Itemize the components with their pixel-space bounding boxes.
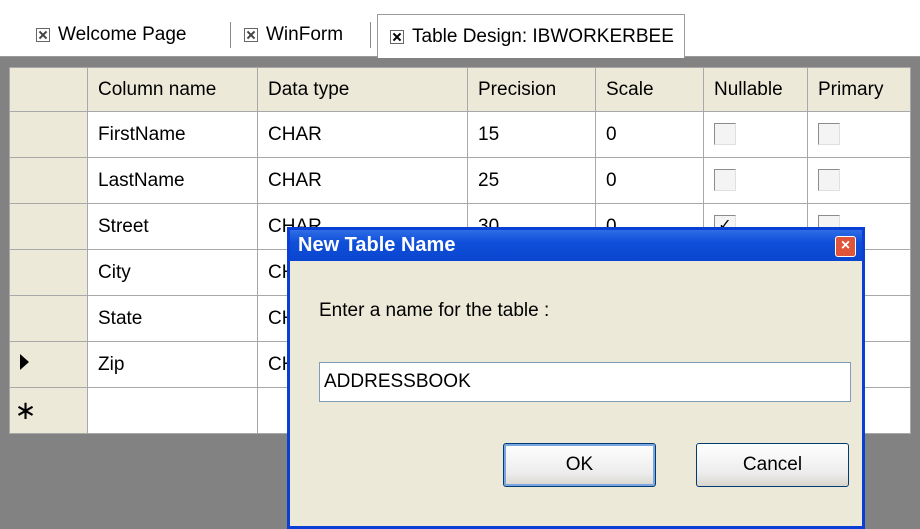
dialog-title: New Table Name [298,234,456,256]
tab-divider [230,22,231,48]
cell-column-name[interactable]: FirstName [87,111,258,158]
cell-nullable [703,157,808,204]
new-row-cell[interactable] [87,387,258,434]
close-icon[interactable]: × [835,236,856,257]
document-tab-strip: Welcome Page WinForm Table Design: IBWOR… [0,0,920,58]
dialog-prompt: Enter a name for the table : [319,300,550,321]
cell-data-type[interactable]: CHAR [257,111,468,158]
header-row: Column name Data type Precision Scale Nu… [9,67,911,112]
cell-column-name[interactable]: Zip [87,341,258,388]
primary-checkbox[interactable] [818,123,840,146]
tab-table-design[interactable]: Table Design: IBWORKERBEE [377,14,685,58]
column-header-scale[interactable]: Scale [595,67,704,112]
row-selector[interactable] [9,111,88,158]
table-row[interactable]: LastName CHAR 25 0 [9,157,911,204]
close-tab-icon[interactable] [36,28,50,42]
cancel-button[interactable]: Cancel [696,443,849,487]
primary-checkbox[interactable] [818,169,840,192]
cell-data-type[interactable]: CHAR [257,157,468,204]
close-tab-icon[interactable] [390,29,404,44]
tab-divider [370,22,371,48]
ok-button[interactable]: OK [503,443,656,487]
column-header-precision[interactable]: Precision [467,67,596,112]
cell-nullable [703,111,808,158]
column-header-nullable[interactable]: Nullable [703,67,808,112]
tab-label: Table Design: IBWORKERBEE [412,25,674,47]
new-row-asterisk-icon: ∗ [14,394,37,425]
new-table-name-dialog: New Table Name × Enter a name for the ta… [287,227,865,529]
cell-column-name[interactable]: LastName [87,157,258,204]
tab-welcome-page[interactable]: Welcome Page [36,14,187,56]
row-selector[interactable] [9,249,88,296]
current-row-arrow-icon [20,353,29,370]
column-header-primary[interactable]: Primary [807,67,911,112]
close-tab-icon[interactable] [244,28,258,42]
cell-column-name[interactable]: Street [87,203,258,250]
cell-scale[interactable]: 0 [595,111,704,158]
tab-label: WinForm [266,24,344,45]
row-selector[interactable]: ∗ [9,387,88,434]
cell-primary [807,157,911,204]
table-name-input[interactable] [319,362,851,402]
dialog-title-bar[interactable]: New Table Name [290,230,862,261]
row-selector[interactable] [9,341,88,388]
tab-winform[interactable]: WinForm [244,14,343,56]
row-header-corner [9,67,88,112]
cell-precision[interactable]: 25 [467,157,596,204]
cell-column-name[interactable]: State [87,295,258,342]
row-selector[interactable] [9,295,88,342]
cell-primary [807,111,911,158]
nullable-checkbox[interactable] [714,123,736,146]
cell-column-name[interactable]: City [87,249,258,296]
column-header-column-name[interactable]: Column name [87,67,258,112]
row-selector[interactable] [9,203,88,250]
table-row[interactable]: FirstName CHAR 15 0 [9,111,911,158]
cell-precision[interactable]: 15 [467,111,596,158]
row-selector[interactable] [9,157,88,204]
tab-label: Welcome Page [58,24,187,45]
column-header-data-type[interactable]: Data type [257,67,468,112]
cell-scale[interactable]: 0 [595,157,704,204]
nullable-checkbox[interactable] [714,169,736,192]
